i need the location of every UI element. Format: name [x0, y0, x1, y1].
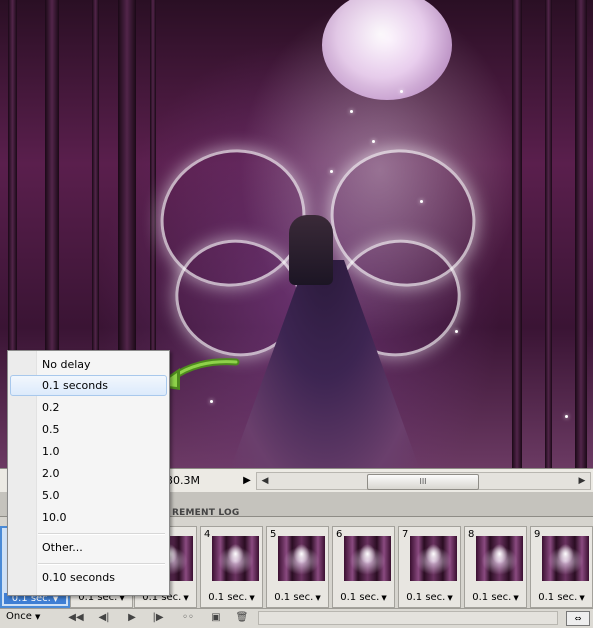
frame-number: 9: [534, 529, 541, 540]
scroll-left-icon[interactable]: ◀: [258, 473, 272, 489]
sparkle: [420, 200, 423, 203]
tab-measurement-log[interactable]: REMENT LOG: [172, 508, 239, 522]
frame-delay-label: 0.1 sec.: [406, 592, 446, 603]
frame-delay-label: 0.1 sec.: [538, 592, 578, 603]
play-icon[interactable]: ▶: [124, 611, 140, 625]
next-frame-icon[interactable]: |▶: [150, 611, 166, 625]
previous-frame-icon[interactable]: ◀|: [96, 611, 112, 625]
frame-number: 6: [336, 529, 343, 540]
frame-delay-label: 0.1 sec.: [340, 592, 380, 603]
frame-delay-menu: No delay 0.1 seconds 0.2 0.5 1.0 2.0 5.0…: [7, 350, 170, 596]
menu-separator: [38, 533, 165, 535]
menu-item-2-0[interactable]: 2.0: [10, 463, 167, 484]
animation-frame[interactable]: 5 0.1 sec. ▼: [266, 526, 329, 608]
frame-number: 4: [204, 529, 211, 540]
menu-item-other[interactable]: Other...: [10, 537, 167, 558]
frame-thumbnail: [410, 536, 457, 581]
chevron-down-icon: ▼: [381, 594, 387, 602]
frame-thumbnail: [476, 536, 523, 581]
first-frame-icon[interactable]: ◀◀: [68, 611, 84, 625]
frame-thumbnail: [542, 536, 589, 581]
animation-frame[interactable]: 4 0.1 sec. ▼: [200, 526, 263, 608]
sparkle: [565, 415, 568, 418]
frame-strip-scrollbar[interactable]: [258, 611, 558, 625]
menu-item-0-5[interactable]: 0.5: [10, 419, 167, 440]
frame-thumbnail: [278, 536, 325, 581]
frame-number: 8: [468, 529, 475, 540]
sparkle: [210, 400, 213, 403]
menu-item-5-0[interactable]: 5.0: [10, 485, 167, 506]
chevron-down-icon: ▼: [52, 595, 59, 603]
frame-delay-dropdown[interactable]: 0.1 sec. ▼: [531, 592, 592, 603]
animation-frame[interactable]: 8 0.1 sec. ▼: [464, 526, 527, 608]
tree-trunk: [575, 0, 587, 468]
tree-trunk: [545, 0, 552, 468]
animation-frame[interactable]: 6 0.1 sec. ▼: [332, 526, 395, 608]
sparkle: [372, 140, 375, 143]
chevron-down-icon: ▼: [315, 594, 321, 602]
chevron-down-icon: ▼: [35, 613, 41, 621]
frame-delay-dropdown[interactable]: 0.1 sec. ▼: [267, 592, 328, 603]
resize-icon[interactable]: ⇔: [566, 611, 590, 626]
figure-torso: [289, 215, 333, 285]
frame-thumbnail: [344, 536, 391, 581]
scroll-right-icon[interactable]: ▶: [575, 473, 589, 489]
sparkle: [350, 110, 353, 113]
chevron-down-icon: ▼: [183, 594, 189, 602]
frame-number: 5: [270, 529, 277, 540]
chevron-down-icon: ▼: [513, 594, 519, 602]
scroll-thumb[interactable]: III: [367, 474, 479, 490]
tree-trunk: [512, 0, 522, 468]
sparkle: [400, 90, 403, 93]
status-menu-arrow-icon[interactable]: ▶: [240, 473, 254, 489]
frame-delay-label: 0.1 sec.: [208, 592, 248, 603]
animation-frame[interactable]: 7 0.1 sec. ▼: [398, 526, 461, 608]
chevron-down-icon: ▼: [579, 594, 585, 602]
tween-icon[interactable]: ◦◦: [180, 611, 196, 625]
frame-delay-dropdown[interactable]: 0.1 sec. ▼: [201, 592, 262, 603]
menu-item-1-0[interactable]: 1.0: [10, 441, 167, 462]
animation-toolbar: Once ▼ ◀◀ ◀| ▶ |▶ ◦◦ ▣ 🗑 ⇔: [0, 608, 593, 628]
sparkle: [455, 330, 458, 333]
menu-item-10-0[interactable]: 10.0: [10, 507, 167, 528]
document-size: 30.3M: [166, 474, 200, 487]
frame-number: 7: [402, 529, 409, 540]
frame-delay-dropdown[interactable]: 0.1 sec. ▼: [399, 592, 460, 603]
moon: [322, 0, 452, 100]
chevron-down-icon: ▼: [447, 594, 453, 602]
frame-delay-label: 0.1 sec.: [274, 592, 314, 603]
loop-option-label: Once: [6, 611, 32, 622]
frame-thumbnail: [212, 536, 259, 581]
new-frame-icon[interactable]: ▣: [208, 611, 224, 625]
frame-delay-label: 0.1 sec.: [472, 592, 512, 603]
sparkle: [330, 170, 333, 173]
animation-frame[interactable]: 9 0.1 sec. ▼: [530, 526, 593, 608]
chevron-down-icon: ▼: [249, 594, 255, 602]
frame-delay-dropdown[interactable]: 0.1 sec. ▼: [333, 592, 394, 603]
horizontal-scrollbar[interactable]: ◀ III ▶: [256, 472, 591, 490]
loop-options-dropdown[interactable]: Once ▼: [6, 611, 40, 622]
menu-item-current-delay[interactable]: 0.10 seconds: [10, 567, 167, 588]
delete-frame-icon[interactable]: 🗑: [234, 611, 250, 625]
menu-item-0-1-seconds[interactable]: 0.1 seconds: [10, 375, 167, 396]
frame-delay-dropdown[interactable]: 0.1 sec. ▼: [465, 592, 526, 603]
menu-separator: [38, 563, 165, 565]
menu-item-0-2[interactable]: 0.2: [10, 397, 167, 418]
menu-item-no-delay[interactable]: No delay: [10, 354, 167, 375]
